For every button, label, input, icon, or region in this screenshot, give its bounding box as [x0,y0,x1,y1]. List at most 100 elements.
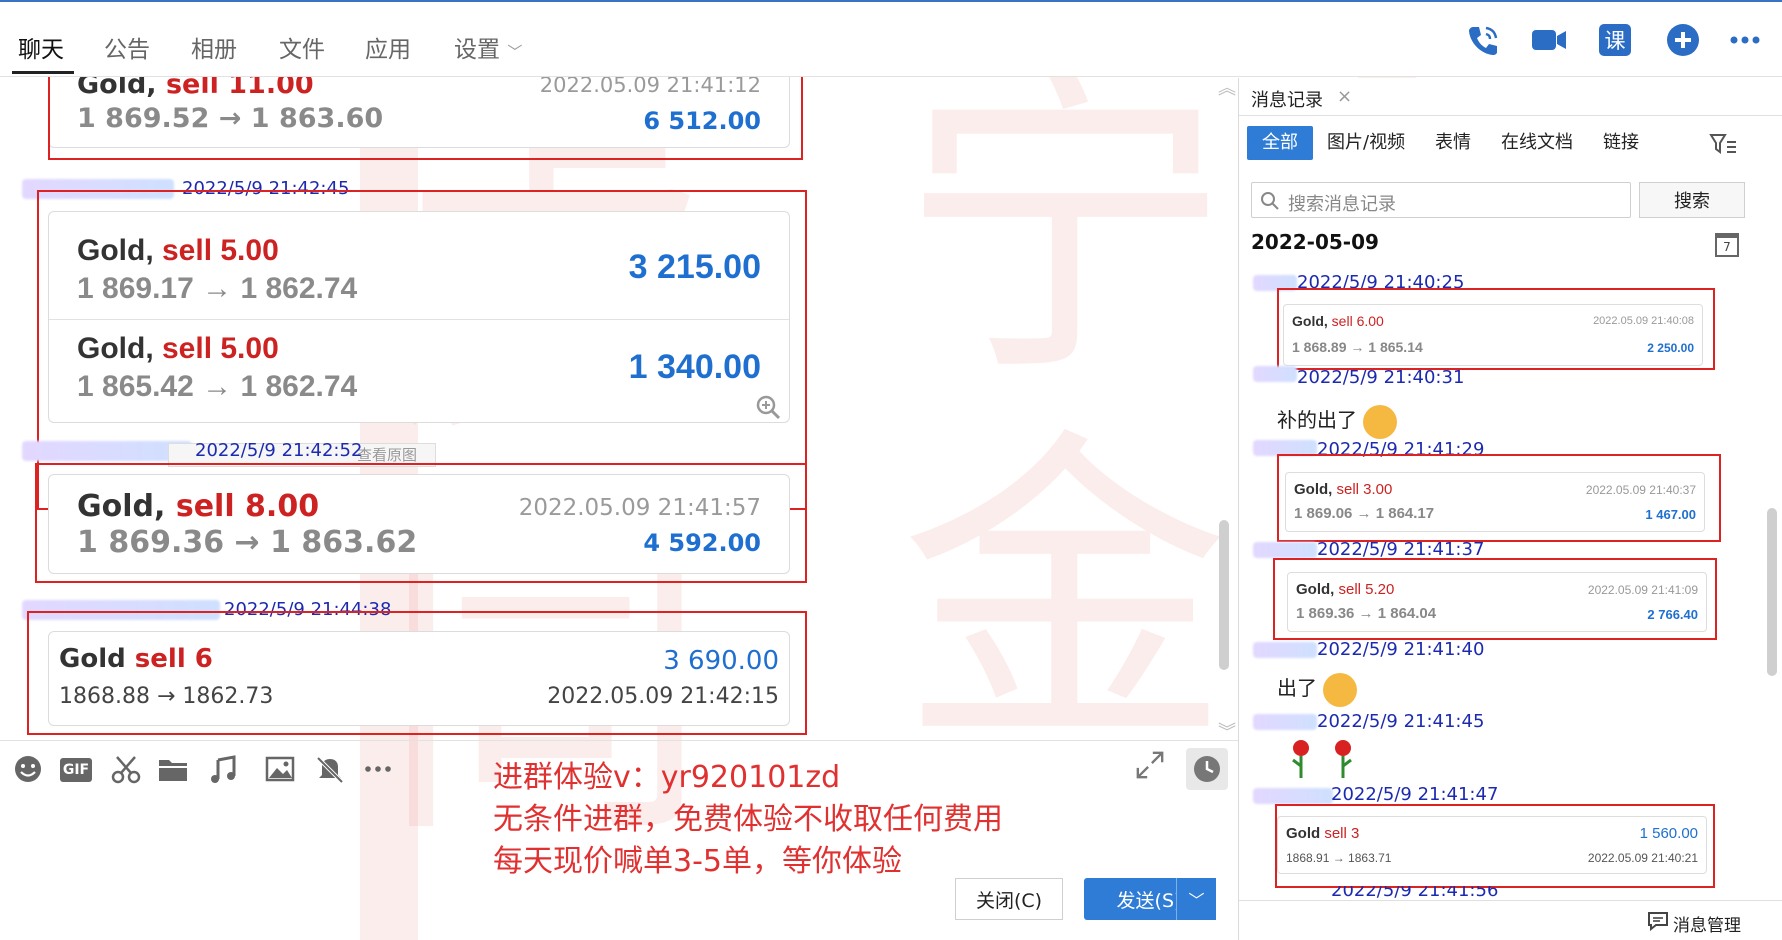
record-timestamp: 2022/5/9 21:40:25 [1297,272,1465,293]
message-timestamp: 2022/5/9 21:42:52 [195,440,363,461]
top-bar: 聊天 公告 相册 文件 应用 设置 ﹀ 课 [0,0,1782,77]
tab-apps[interactable]: 应用 [365,30,411,64]
trade-profit: 3 215.00 [628,248,761,286]
trade-side: sell 3.00 [1336,481,1393,498]
chevron-down-icon: ﹀ [507,43,523,61]
trade-card[interactable]: Gold, sell 3.00 2022.05.09 21:40:37 1 86… [1285,472,1705,532]
trade-side: sell 5.20 [1338,581,1395,598]
history-scrollbar[interactable] [1767,508,1777,676]
tab-settings[interactable]: 设置 ﹀ [454,30,522,64]
record-timestamp: 2022/5/9 21:40:31 [1297,367,1465,388]
history-title: 消息记录 [1251,90,1323,111]
trade-profit: 1 467.00 [1645,507,1696,522]
trade-side: sell 5.00 [162,332,279,365]
search-icon [1261,192,1279,210]
tab-settings-label: 设置 [454,37,500,63]
zoom-in-icon[interactable] [755,394,783,422]
trade-symbol: Gold sell 6 [59,644,213,674]
close-icon[interactable]: × [1337,86,1352,107]
search-button[interactable]: 搜索 [1639,182,1745,218]
record-timestamp: 2022/5/9 21:41:47 [1331,784,1499,805]
sender-name-blurred [1253,788,1333,804]
calendar-icon[interactable]: 7 [1715,233,1739,257]
record-timestamp: 2022/5/9 21:41:45 [1317,711,1485,732]
trade-datetime: 2022.05.09 21:40:08 [1593,315,1694,327]
trade-prices: 1 869.17 → 1 862.74 [77,272,358,305]
video-icon[interactable] [1530,22,1568,58]
trade-card[interactable]: Gold, sell 8.00 2022.05.09 21:41:57 1 86… [48,474,790,574]
message-timestamp: 2022/5/9 21:42:45 [182,178,350,199]
chat-scrollbar[interactable] [1219,520,1229,670]
music-icon[interactable] [208,754,240,784]
scroll-up-icon[interactable]: ︽ [1218,74,1236,100]
trade-image[interactable]: Gold, sell 5.00 1 869.17 → 1 862.74 3 21… [48,211,790,423]
trade-symbol: Gold, sell 3.00 [1294,481,1393,498]
chat-message-area[interactable]: Gold, sell 11.00 2022.05.09 21:41:12 1 8… [0,58,1238,743]
image-icon[interactable] [264,754,296,784]
tab-announcement[interactable]: 公告 [104,30,150,64]
trade-symbol: Gold, sell 6.00 [1292,313,1384,329]
gif-icon[interactable]: GIF [60,758,92,782]
scissors-icon[interactable] [110,754,142,784]
close-button[interactable]: 关闭(C) [955,878,1063,920]
tab-files[interactable]: 文件 [279,30,325,64]
filter-media[interactable]: 图片/视频 [1327,126,1405,160]
trade-side: sell 6.00 [1331,313,1384,329]
trade-card[interactable]: Gold sell 3 1 560.00 1868.91 → 1863.71 2… [1277,816,1707,874]
trade-side: sell 6 [134,644,213,674]
trade-datetime: 2022.05.09 21:40:21 [1587,851,1698,865]
trade-card[interactable]: Gold sell 6 3 690.00 1868.88 → 1862.73 2… [48,631,790,726]
folder-icon[interactable] [157,754,189,784]
trade-prices: 1868.91 → 1863.71 [1286,851,1392,865]
sender-name-blurred [1253,366,1297,382]
trade-prices: 1 869.36 → 1 864.04 [1296,605,1437,622]
trade-symbol: Gold sell 3 [1286,825,1360,842]
search-box[interactable]: 搜索消息记录 [1251,182,1631,218]
trade-datetime: 2022.05.09 21:40:37 [1585,483,1696,497]
filter-all[interactable]: 全部 [1247,126,1313,160]
date-header: 2022-05-09 [1251,230,1379,254]
window-top-border [0,0,1782,2]
emoji-icon[interactable] [12,754,44,784]
more-icon[interactable] [1726,22,1764,58]
phone-icon[interactable] [1464,22,1502,58]
trade-datetime: 2022.05.09 21:41:09 [1587,583,1698,597]
tab-chat[interactable]: 聊天 [18,30,64,64]
course-icon[interactable]: 课 [1599,24,1631,56]
filter-icon[interactable] [1709,132,1737,156]
chat-text: 补的出了 [1277,404,1398,439]
trade-datetime: 2022.05.09 21:41:57 [518,495,761,521]
trade-symbol: Gold, sell 5.00 [77,234,279,267]
search-input[interactable]: 搜索消息记录 [1288,190,1396,216]
trade-profit: 2 250.00 [1647,341,1694,355]
sender-name-blurred [1253,714,1317,730]
more-icon[interactable] [362,754,394,784]
trade-profit: 6 512.00 [643,107,761,135]
mute-bell-icon[interactable] [314,754,346,784]
trade-card[interactable]: Gold, sell 5.20 2022.05.09 21:41:09 1 86… [1287,572,1707,632]
record-timestamp: 2022/5/9 21:41:29 [1317,439,1485,460]
trade-side: sell 5.00 [162,234,279,267]
rose-sticker-icon [1292,740,1352,778]
filter-stickers[interactable]: 表情 [1435,126,1471,160]
tab-album[interactable]: 相册 [191,30,237,64]
trade-prices: 1868.88 → 1862.73 [59,684,274,709]
history-button[interactable] [1186,748,1228,790]
add-icon[interactable] [1664,22,1702,58]
filter-links[interactable]: 链接 [1603,126,1639,160]
trade-symbol: Gold, sell 8.00 [77,489,320,524]
history-footer: 消息管理 [1239,900,1782,940]
trade-card[interactable]: Gold, sell 6.00 2022.05.09 21:40:08 1 86… [1283,304,1703,366]
clock-icon [1194,756,1220,782]
sender-name-blurred [1253,440,1317,456]
record-timestamp: 2022/5/9 21:41:37 [1317,539,1485,560]
send-options-chevron-icon[interactable]: ﹀ [1176,878,1216,920]
trade-profit: 2 766.40 [1647,607,1698,622]
trade-side: sell 8.00 [175,489,320,524]
promo-line: 每天现价喊单3-5单，等你体验 [493,844,902,879]
trade-prices: 1 865.42 → 1 862.74 [77,370,358,403]
message-history-panel: 消息记录 × 全部 图片/视频 表情 在线文档 链接 搜索消息记录 搜索 202… [1238,78,1782,940]
expand-icon[interactable] [1134,750,1166,780]
message-manage-link[interactable]: 消息管理 [1673,911,1741,936]
filter-docs[interactable]: 在线文档 [1501,126,1573,160]
